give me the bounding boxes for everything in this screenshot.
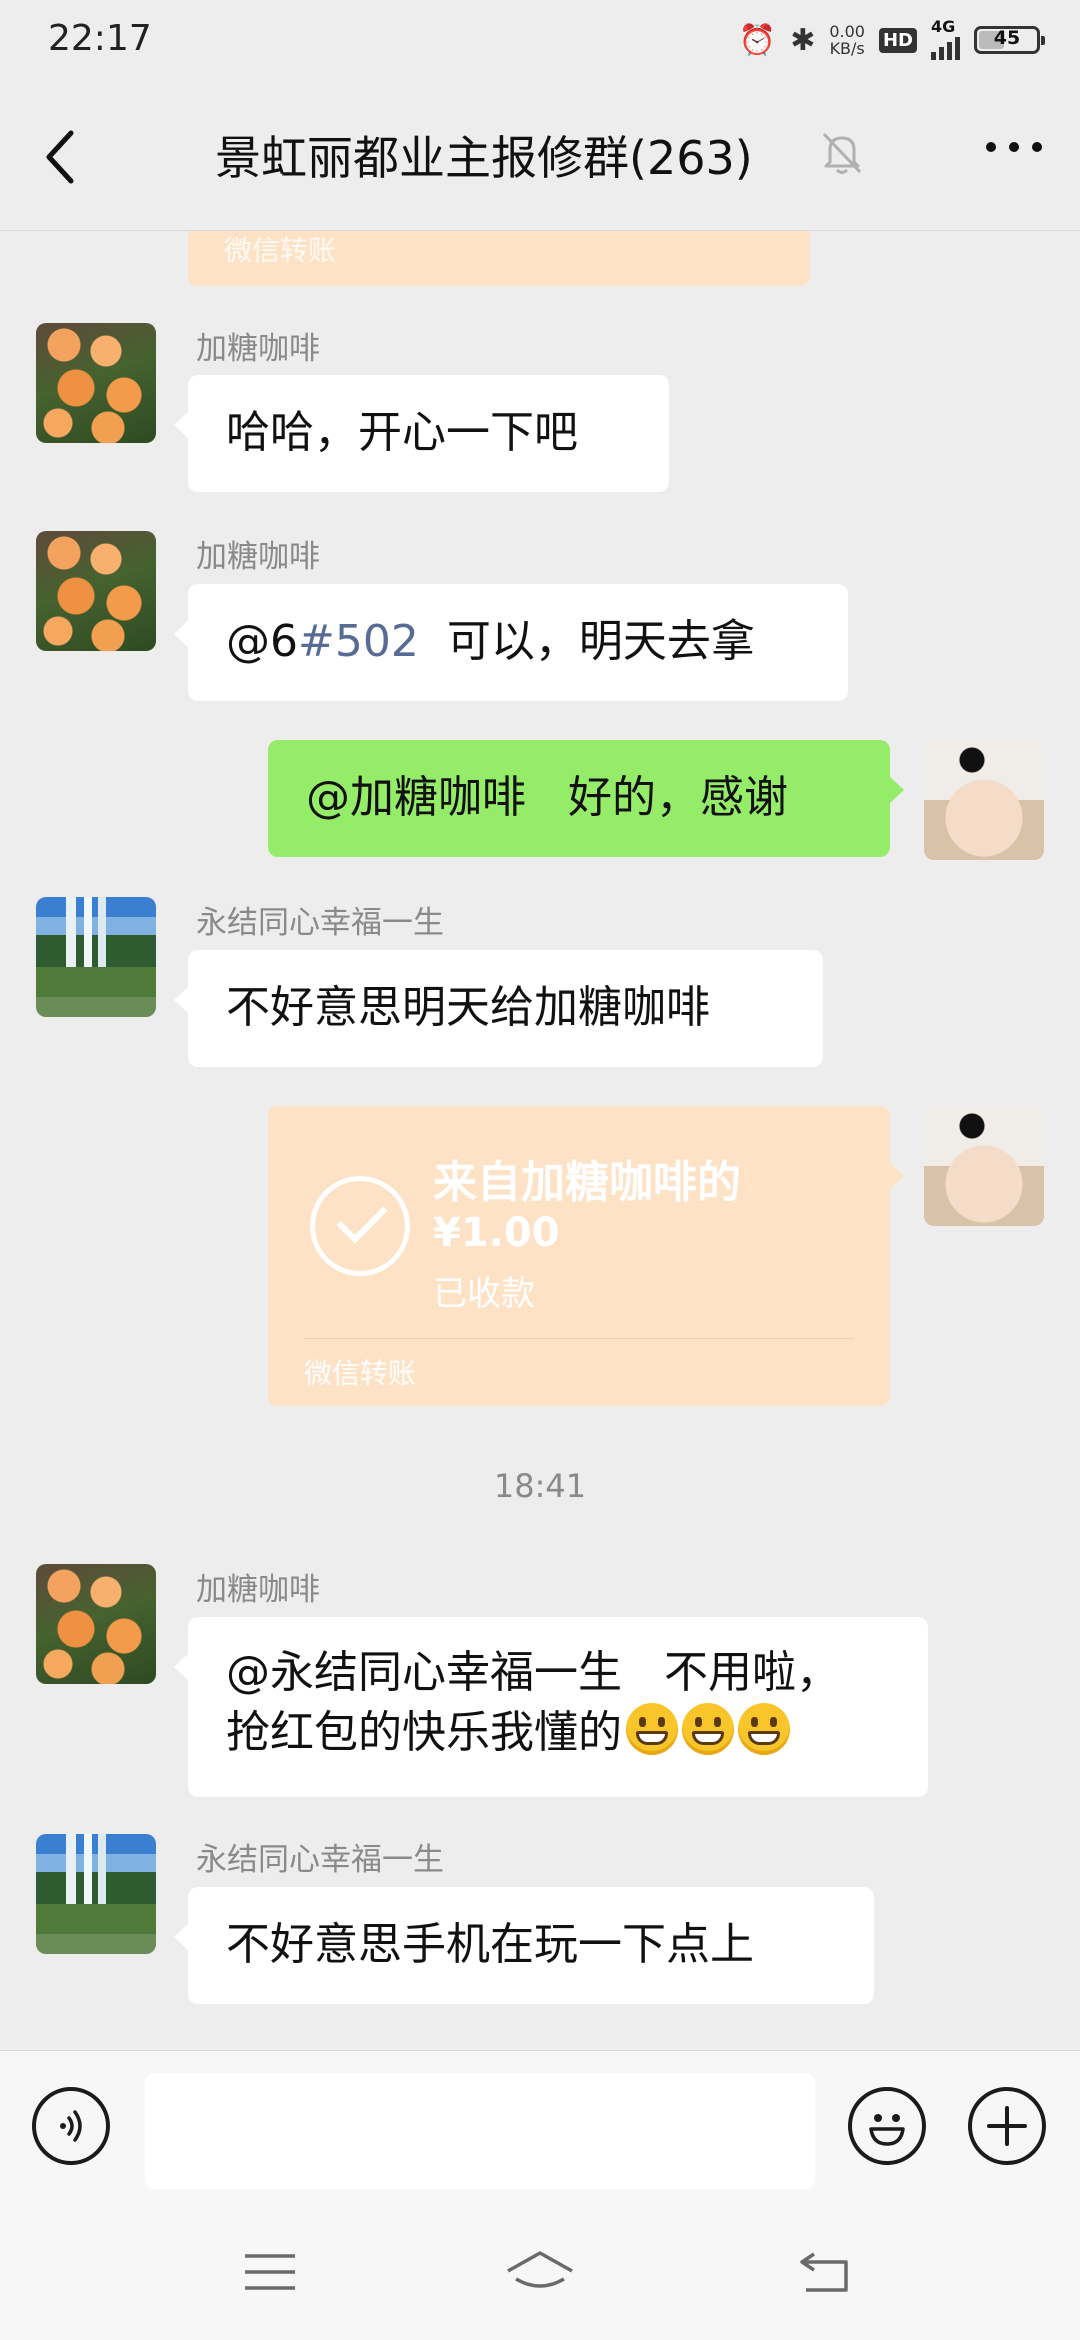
chat-area[interactable]: 微信转账 加糖咖啡 哈哈，开心一下吧 加糖咖啡 @6#502 可以，明天去拿 @… bbox=[0, 231, 1080, 2049]
hd-badge: HD bbox=[878, 27, 917, 53]
status-icons: ⏰ ✱ 0.00 KB/s HD 4G 45 bbox=[738, 17, 1045, 62]
transfer-amount: ¥1.00 bbox=[433, 1210, 560, 1256]
signal-indicator: 4G bbox=[931, 17, 960, 60]
grinning-face-icon bbox=[626, 1703, 678, 1755]
battery-icon: 45 bbox=[974, 26, 1045, 54]
transfer-divider bbox=[304, 1338, 854, 1339]
message-text: @加糖咖啡 好的，感谢 bbox=[306, 772, 788, 823]
status-bar: 22:17 ⏰ ✱ 0.00 KB/s HD 4G 45 bbox=[0, 0, 1080, 80]
bell-muted-icon bbox=[820, 130, 864, 180]
message-bubble[interactable]: 不好意思手机在玩一下点上 bbox=[174, 1887, 874, 2004]
my-avatar[interactable] bbox=[924, 740, 1044, 860]
avatar[interactable] bbox=[36, 323, 156, 443]
system-nav-bar bbox=[0, 2200, 1080, 2340]
network-speed: 0.00 KB/s bbox=[829, 22, 865, 58]
avatar[interactable] bbox=[36, 1834, 156, 1954]
avatar[interactable] bbox=[36, 897, 156, 1017]
transfer-card-partial[interactable]: 微信转账 bbox=[188, 231, 810, 286]
more-icon bbox=[986, 142, 996, 152]
avatar[interactable] bbox=[36, 531, 156, 651]
mention-link[interactable]: #502 bbox=[298, 616, 419, 667]
message-bubble[interactable]: @永结同心幸福一生 不用啦， 抢红包的快乐我懂的 bbox=[174, 1617, 928, 1797]
message-bubble[interactable]: @加糖咖啡 好的，感谢 bbox=[268, 740, 904, 857]
network-type: 4G bbox=[931, 17, 956, 36]
signal-icon bbox=[931, 34, 960, 60]
input-bar bbox=[0, 2050, 1080, 2201]
group-title: 景虹丽都业主报修群(263) bbox=[215, 131, 753, 185]
message-text: @6 bbox=[226, 616, 298, 667]
emoji-button[interactable] bbox=[848, 2087, 926, 2165]
smiley-icon bbox=[869, 2114, 905, 2146]
transfer-footer: 微信转账 bbox=[304, 1357, 417, 1390]
home-icon bbox=[507, 2251, 573, 2288]
more-actions-button[interactable] bbox=[968, 2087, 1046, 2165]
message-text: @永结同心幸福一生 不用啦， bbox=[226, 1647, 840, 1698]
avatar[interactable] bbox=[36, 1564, 156, 1684]
chevron-left-icon bbox=[46, 130, 74, 184]
bluetooth-icon: ✱ bbox=[790, 22, 816, 58]
my-avatar[interactable] bbox=[924, 1106, 1044, 1226]
sender-name: 加糖咖啡 bbox=[196, 1572, 320, 1608]
check-icon bbox=[310, 1176, 410, 1276]
message-bubble[interactable]: 哈哈，开心一下吧 bbox=[174, 375, 669, 492]
sender-name: 加糖咖啡 bbox=[196, 331, 320, 367]
timestamp: 18:41 bbox=[493, 1467, 587, 1505]
transfer-card[interactable]: 来自加糖咖啡的 ¥1.00 已收款 微信转账 bbox=[268, 1106, 904, 1406]
message-text: 可以，明天去拿 bbox=[418, 616, 755, 667]
message-bubble[interactable]: @6#502 可以，明天去拿 bbox=[174, 584, 848, 701]
sender-name: 永结同心幸福一生 bbox=[196, 905, 444, 941]
chat-header: 景虹丽都业主报修群(263) bbox=[0, 80, 1080, 231]
back-arrow-icon bbox=[800, 2252, 848, 2292]
grinning-face-icon bbox=[682, 1703, 734, 1755]
voice-icon bbox=[60, 2110, 82, 2142]
menu-icon bbox=[245, 2254, 295, 2290]
sender-name: 永结同心幸福一生 bbox=[196, 1842, 444, 1878]
nav-menu-button[interactable] bbox=[225, 2242, 315, 2302]
message-text-line2: 抢红包的快乐我懂的 bbox=[226, 1703, 890, 1763]
more-button[interactable] bbox=[986, 142, 1042, 152]
sender-name: 加糖咖啡 bbox=[196, 539, 320, 575]
transfer-status: 已收款 bbox=[433, 1274, 535, 1314]
plus-icon bbox=[987, 2106, 1027, 2146]
back-button[interactable] bbox=[30, 112, 90, 202]
status-time: 22:17 bbox=[48, 18, 152, 59]
transfer-from: 来自加糖咖啡的 bbox=[433, 1157, 741, 1208]
message-bubble[interactable]: 不好意思明天给加糖咖啡 bbox=[174, 950, 823, 1067]
transfer-footer: 微信转账 bbox=[224, 234, 337, 267]
message-input[interactable] bbox=[145, 2073, 815, 2189]
alarm-icon: ⏰ bbox=[738, 22, 777, 58]
message-text: 抢红包的快乐我懂的 bbox=[226, 1707, 622, 1758]
battery-level: 45 bbox=[993, 27, 1021, 49]
grinning-face-icon bbox=[738, 1703, 790, 1755]
nav-home-button[interactable] bbox=[495, 2242, 585, 2302]
voice-button[interactable] bbox=[32, 2087, 110, 2165]
nav-back-button[interactable] bbox=[780, 2242, 870, 2302]
